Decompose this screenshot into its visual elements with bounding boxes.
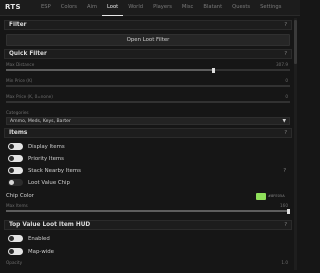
categories-label: Categories: [6, 110, 29, 115]
slider-fill: [6, 210, 290, 212]
toggle-knob: [9, 168, 14, 173]
toggle-knob: [9, 236, 14, 241]
toggle-knob: [9, 144, 14, 149]
section-header-top-value-hud[interactable]: Top Value Loot Item HUD ?: [4, 220, 292, 230]
toggle-label: Priority Items: [28, 155, 64, 162]
section-title: Items: [9, 130, 28, 136]
tab-esp[interactable]: ESP: [36, 0, 56, 16]
toggle-priority-items[interactable]: Priority Items: [6, 154, 290, 164]
slider-label: Opacity: [6, 260, 23, 265]
toggle-switch[interactable]: [8, 235, 23, 242]
toggle-switch[interactable]: [8, 248, 23, 255]
chip-color-label: Chip Color: [6, 193, 34, 199]
section-title: Quick Filter: [9, 51, 47, 57]
section-header-quick-filter[interactable]: Quick Filter ?: [4, 49, 292, 59]
slider-label: Max Items: [6, 203, 28, 208]
toggle-label: Stack Nearby Items: [28, 167, 81, 174]
tab-loot[interactable]: Loot: [102, 0, 124, 16]
chevron-down-icon: ▼: [282, 118, 286, 124]
toggle-switch[interactable]: [8, 155, 23, 162]
color-swatch[interactable]: [256, 193, 266, 200]
tab-misc[interactable]: Misc: [177, 0, 198, 16]
select-value: Ammo, Meds, Keys, Barter: [10, 119, 71, 124]
color-hex: #8FE05A: [268, 194, 285, 198]
open-loot-filter-button[interactable]: Open Loot Filter: [6, 34, 290, 46]
top-bar: RTS ESP Colors Aim Loot World Players Mi…: [0, 0, 300, 16]
help-icon[interactable]: ?: [284, 130, 287, 136]
tab-aim[interactable]: Aim: [82, 0, 102, 16]
toggle-hud-enabled[interactable]: Enabled: [6, 234, 290, 244]
scrollbar-thumb[interactable]: [294, 20, 297, 64]
tab-world[interactable]: World: [123, 0, 148, 16]
scrollbar[interactable]: [294, 18, 297, 270]
toggle-label: Display Items: [28, 143, 65, 150]
slider-track[interactable]: [6, 208, 290, 214]
slider-fill: [6, 69, 214, 71]
toggle-label: Map-wide: [28, 248, 54, 255]
section-header-items[interactable]: Items ?: [4, 128, 292, 138]
toggle-hud-map-wide[interactable]: Map-wide: [6, 247, 290, 257]
toggle-switch[interactable]: [8, 167, 23, 174]
toggle-switch[interactable]: [8, 143, 23, 150]
section-title: Filter: [9, 22, 27, 28]
slider-value: 1.0: [281, 260, 288, 265]
toggle-knob: [9, 156, 14, 161]
app-brand: RTS: [5, 3, 21, 11]
chip-color-row: Chip Color #8FE05A: [6, 192, 290, 201]
help-icon[interactable]: ?: [284, 222, 287, 228]
toggle-knob: [9, 180, 14, 185]
slider-value: 0: [285, 78, 288, 83]
tab-bar: ESP Colors Aim Loot World Players Misc B…: [36, 0, 286, 16]
categories-select[interactable]: Ammo, Meds, Keys, Barter ▼: [6, 117, 290, 125]
section-title: Top Value Loot Item HUD: [9, 222, 91, 228]
slider-label: Min Price (K): [6, 78, 33, 83]
tab-players[interactable]: Players: [148, 0, 177, 16]
toggle-stack-nearby-items[interactable]: Stack Nearby Items ?: [6, 166, 290, 176]
toggle-switch[interactable]: [8, 179, 23, 186]
slider-value: 0: [285, 94, 288, 99]
section-header-filter[interactable]: Filter ?: [4, 20, 292, 30]
tab-colors[interactable]: Colors: [56, 0, 82, 16]
toggle-label: Loot Value Chip: [28, 179, 70, 186]
slider-label: Max Price (K, 0=none): [6, 94, 53, 99]
toggle-display-items[interactable]: Display Items: [6, 142, 290, 152]
help-icon[interactable]: ?: [284, 51, 287, 57]
slider-track[interactable]: [6, 67, 290, 73]
slider-knob[interactable]: [287, 208, 290, 214]
slider-value: 160: [280, 203, 288, 208]
slider-value: 307.9: [276, 62, 288, 67]
toggle-loot-value-chip[interactable]: Loot Value Chip: [6, 178, 290, 188]
tab-quests[interactable]: Quests: [227, 0, 255, 16]
slider-track[interactable]: [6, 85, 290, 87]
tab-settings[interactable]: Settings: [255, 0, 286, 16]
help-icon[interactable]: ?: [284, 22, 287, 28]
tab-blatant[interactable]: Blatant: [198, 0, 227, 16]
slider-label: Max Distance: [6, 62, 35, 67]
help-icon[interactable]: ?: [283, 168, 286, 174]
toggle-knob: [9, 249, 14, 254]
slider-track[interactable]: [6, 101, 290, 103]
toggle-label: Enabled: [28, 235, 50, 242]
slider-knob[interactable]: [211, 67, 215, 73]
